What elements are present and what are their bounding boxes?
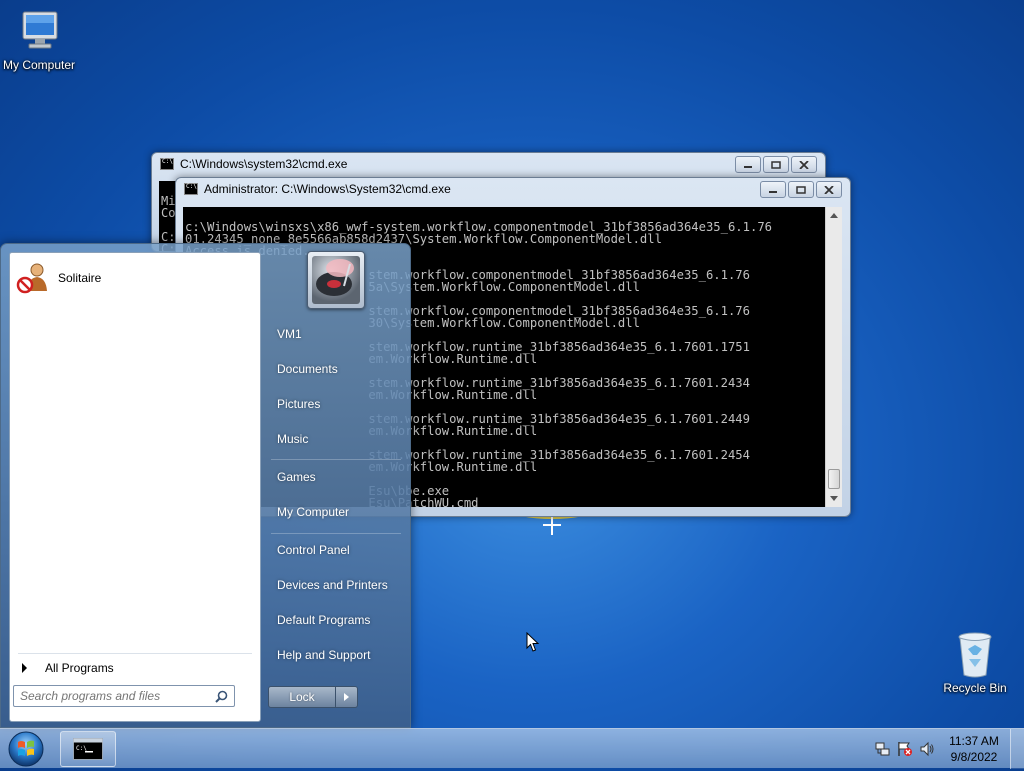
start-menu-item-vm1[interactable]: VM1 xyxy=(269,319,405,349)
search-input[interactable] xyxy=(20,689,206,703)
start-menu: Solitaire All Programs VM1 Documents Pic… xyxy=(0,243,411,728)
menu-item-label: Music xyxy=(277,432,309,446)
cmd-icon: C:\ xyxy=(73,738,103,760)
all-programs-button[interactable]: All Programs xyxy=(16,657,254,679)
lock-button[interactable]: Lock xyxy=(268,686,336,708)
divider xyxy=(271,459,401,460)
maximize-icon xyxy=(771,160,781,169)
mouse-cursor-icon xyxy=(526,632,540,652)
recycle-bin-icon xyxy=(958,632,992,678)
desktop-icon-recycle-bin[interactable]: Recycle Bin xyxy=(933,631,1017,695)
menu-item-label: VM1 xyxy=(277,327,302,341)
divider xyxy=(271,533,401,534)
system-tray: 11:37 AM 9/8/2022 xyxy=(872,729,1024,769)
volume-icon xyxy=(920,741,934,757)
desktop-icon-label: My Computer xyxy=(2,58,76,72)
start-button[interactable] xyxy=(5,730,47,768)
start-menu-item-my-computer[interactable]: My Computer xyxy=(269,497,405,527)
show-desktop-button[interactable] xyxy=(1010,729,1024,769)
shutdown-options-button[interactable] xyxy=(336,686,358,708)
cmd-icon xyxy=(184,183,198,195)
taskbar: C:\ 11:37 AM 9/8/2022 xyxy=(0,728,1024,769)
menu-item-label: Games xyxy=(277,470,316,484)
minimize-icon xyxy=(744,165,752,168)
search-box[interactable] xyxy=(13,685,235,707)
taskbar-button-cmd[interactable]: C:\ xyxy=(60,731,116,767)
start-menu-item-default-programs[interactable]: Default Programs xyxy=(269,605,405,635)
tray-volume[interactable] xyxy=(916,738,938,760)
divider xyxy=(18,653,252,654)
start-menu-item-devices-and-printers[interactable]: Devices and Printers xyxy=(269,570,405,600)
window-title-bar: Administrator: C:\Windows\System32\cmd.e… xyxy=(184,182,451,196)
close-icon xyxy=(799,160,809,169)
maximize-icon xyxy=(796,185,806,194)
console-scrollbar[interactable] xyxy=(825,207,842,507)
menu-item-label: Documents xyxy=(277,362,338,376)
computer-icon xyxy=(22,11,58,49)
start-menu-programs-pane: Solitaire All Programs xyxy=(9,252,261,722)
close-button[interactable] xyxy=(816,181,842,198)
window-controls xyxy=(760,181,842,198)
svg-text:C:\: C:\ xyxy=(76,745,87,752)
window-controls xyxy=(735,156,817,173)
scroll-down-button[interactable] xyxy=(826,490,842,507)
network-icon xyxy=(875,742,890,756)
all-programs-label: All Programs xyxy=(45,661,114,675)
window-title-bar: C:\Windows\system32\cmd.exe xyxy=(160,157,347,171)
minimize-icon xyxy=(769,190,777,193)
close-button[interactable] xyxy=(791,156,817,173)
start-menu-item-documents[interactable]: Documents xyxy=(269,354,405,384)
menu-item-label: My Computer xyxy=(277,505,350,519)
menu-item-label: Default Programs xyxy=(277,613,371,627)
user-picture-image xyxy=(312,256,360,304)
window-title: Administrator: C:\Windows\System32\cmd.e… xyxy=(204,182,451,196)
clock-time: 11:37 AM xyxy=(949,734,999,748)
desktop-icon-label: Recycle Bin xyxy=(943,681,1007,695)
tray-action-center[interactable] xyxy=(894,738,916,760)
arrow-right-icon xyxy=(344,693,349,701)
program-item-label: Solitaire xyxy=(58,271,102,285)
scroll-up-button[interactable] xyxy=(826,207,842,224)
menu-item-label: Devices and Printers xyxy=(277,578,388,592)
solitaire-icon xyxy=(16,263,47,294)
cmd-icon xyxy=(160,158,174,170)
action-center-icon xyxy=(898,742,912,756)
start-menu-item-help-and-support[interactable]: Help and Support xyxy=(269,640,405,670)
arrow-down-icon xyxy=(830,496,838,501)
tray-network[interactable] xyxy=(872,738,894,760)
start-menu-item-music[interactable]: Music xyxy=(269,424,405,454)
scroll-thumb[interactable] xyxy=(828,469,840,489)
start-menu-item-pictures[interactable]: Pictures xyxy=(269,389,405,419)
minimize-button[interactable] xyxy=(735,156,761,173)
menu-item-label: Help and Support xyxy=(277,648,371,662)
program-item-solitaire[interactable]: Solitaire xyxy=(14,259,254,297)
arrow-up-icon xyxy=(830,213,838,218)
windows-logo-icon xyxy=(8,731,44,767)
arrow-right-icon xyxy=(22,663,27,673)
window-title: C:\Windows\system32\cmd.exe xyxy=(180,157,348,171)
menu-item-label: Pictures xyxy=(277,397,321,411)
minimize-button[interactable] xyxy=(760,181,786,198)
clock[interactable]: 11:37 AM 9/8/2022 xyxy=(938,733,1010,765)
lock-button-label: Lock xyxy=(289,690,315,704)
user-picture[interactable] xyxy=(307,251,365,309)
close-icon xyxy=(824,185,834,194)
search-icon[interactable] xyxy=(215,690,228,703)
maximize-button[interactable] xyxy=(788,181,814,198)
clock-date: 9/8/2022 xyxy=(950,750,998,764)
turntable-icon xyxy=(316,259,354,296)
menu-item-label: Control Panel xyxy=(277,543,350,557)
maximize-button[interactable] xyxy=(763,156,789,173)
start-menu-item-games[interactable]: Games xyxy=(269,462,405,492)
desktop-icon-my-computer[interactable]: My Computer xyxy=(0,8,81,72)
start-menu-item-control-panel[interactable]: Control Panel xyxy=(269,535,405,565)
